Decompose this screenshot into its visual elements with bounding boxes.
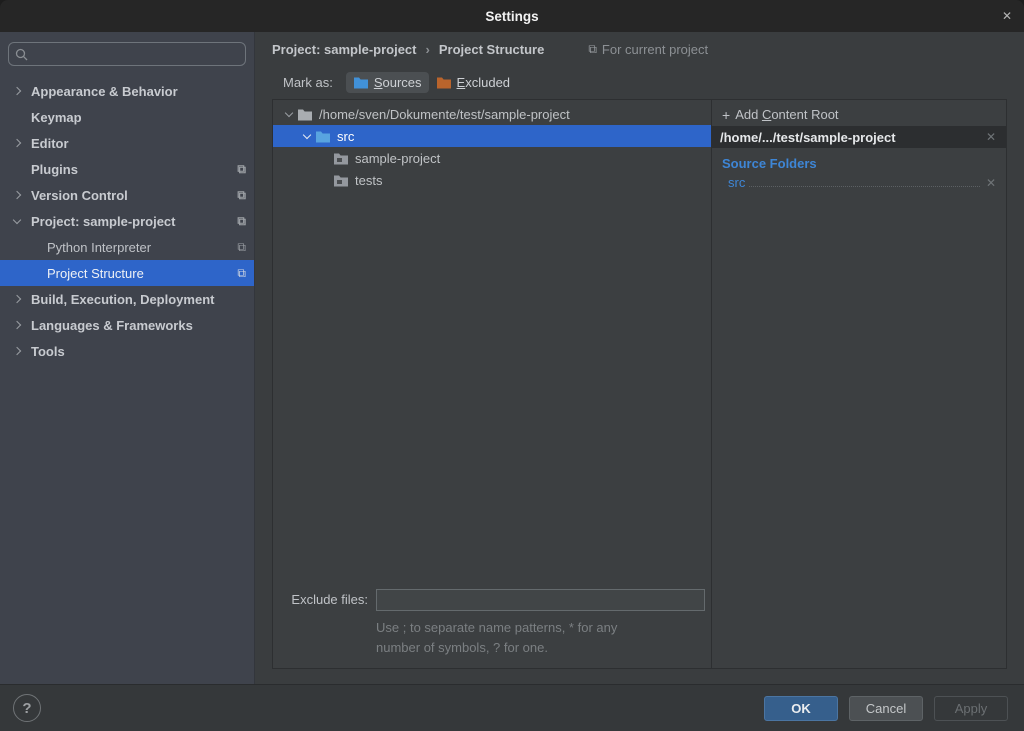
chevron-right-icon — [13, 87, 21, 95]
source-folder-icon — [353, 76, 369, 89]
per-project-icon: ⧉ — [237, 162, 246, 177]
mark-as-label: Mark as: — [283, 75, 333, 90]
mark-sources-button[interactable]: Sources — [346, 72, 429, 93]
sidebar-item-python-interpreter[interactable]: Python Interpreter ⧉ — [0, 234, 254, 260]
scope-label: For current project — [602, 42, 708, 57]
exclude-files-input[interactable] — [376, 589, 705, 611]
sidebar-item-tools[interactable]: Tools — [0, 338, 254, 364]
search-box[interactable] — [8, 42, 246, 66]
chevron-right-icon — [13, 347, 21, 355]
tree-src-label: src — [337, 129, 354, 144]
add-content-root-button[interactable]: + Add Content Root — [712, 103, 1006, 126]
remove-source-folder-icon[interactable]: ✕ — [984, 176, 998, 190]
breadcrumb-separator-icon: › — [426, 42, 430, 57]
source-folder-icon — [315, 130, 331, 143]
mark-as-toolbar: Mark as: Sources Excluded — [272, 66, 1007, 99]
tree-row-tests[interactable]: tests — [273, 169, 711, 191]
per-project-icon: ⧉ — [237, 188, 246, 203]
tree-row-sample-project[interactable]: sample-project — [273, 147, 711, 169]
per-project-icon: ⧉ — [237, 266, 246, 281]
exclude-files-hint: Use ; to separate name patterns, * for a… — [376, 618, 716, 658]
chevron-down-icon — [285, 108, 293, 116]
exclude-files-section: Exclude files: Use ; to separate name pa… — [273, 589, 711, 668]
help-button[interactable]: ? — [13, 694, 41, 722]
tree-root-path: /home/sven/Dokumente/test/sample-project — [319, 107, 570, 122]
mark-excluded-button[interactable]: Excluded — [429, 72, 517, 93]
tree-child-label: tests — [355, 173, 382, 188]
source-folders-heading: Source Folders — [712, 148, 1006, 174]
per-project-icon: ⧉ — [237, 240, 246, 255]
sidebar-nav: Appearance & Behavior Keymap Editor Plug… — [0, 78, 254, 684]
dialog-footer: ? OK Cancel Apply — [0, 684, 1024, 731]
sidebar-item-editor[interactable]: Editor — [0, 130, 254, 156]
cancel-button[interactable]: Cancel — [849, 696, 923, 721]
page-title: Project Structure — [439, 42, 544, 57]
sidebar-item-build-execution-deployment[interactable]: Build, Execution, Deployment — [0, 286, 254, 312]
sidebar-item-keymap[interactable]: Keymap — [0, 104, 254, 130]
source-folder-row[interactable]: src ✕ — [712, 174, 1006, 190]
per-project-icon: ⧉ — [588, 42, 597, 57]
dotted-leader — [749, 175, 980, 187]
ok-button[interactable]: OK — [764, 696, 838, 721]
search-icon — [15, 48, 28, 61]
chevron-right-icon — [13, 139, 21, 147]
per-project-icon: ⧉ — [237, 214, 246, 229]
chevron-right-icon — [13, 295, 21, 303]
plus-icon: + — [722, 107, 730, 123]
tree-row-src[interactable]: src — [273, 125, 711, 147]
chevron-down-icon — [303, 130, 311, 138]
sidebar-item-version-control[interactable]: Version Control ⧉ — [0, 182, 254, 208]
chevron-right-icon — [13, 321, 21, 329]
source-folder-path: src — [728, 175, 745, 190]
settings-dialog: Settings ✕ Appearance & Behavior Keymap — [0, 0, 1024, 731]
titlebar: Settings ✕ — [0, 0, 1024, 32]
settings-sidebar: Appearance & Behavior Keymap Editor Plug… — [0, 32, 255, 684]
chevron-right-icon — [13, 191, 21, 199]
content-root-tree: /home/sven/Dokumente/test/sample-project… — [273, 100, 711, 668]
exclude-files-label: Exclude files: — [273, 592, 368, 607]
search-input[interactable] — [33, 47, 239, 62]
excluded-folder-icon — [436, 76, 452, 89]
folder-icon — [297, 108, 313, 121]
tree-row-root[interactable]: /home/sven/Dokumente/test/sample-project — [273, 103, 711, 125]
apply-button[interactable]: Apply — [934, 696, 1008, 721]
content-root-details: + Add Content Root /home/.../test/sample… — [711, 100, 1006, 668]
sidebar-item-project-sample-project[interactable]: Project: sample-project ⧉ — [0, 208, 254, 234]
folder-icon — [333, 152, 349, 165]
window-title: Settings — [485, 9, 538, 24]
remove-content-root-icon[interactable]: ✕ — [984, 130, 998, 144]
scope-indicator: ⧉ For current project — [582, 42, 708, 57]
breadcrumb: Project: sample-project › Project Struct… — [272, 32, 1007, 66]
folder-icon — [333, 174, 349, 187]
sidebar-item-plugins[interactable]: Plugins ⧉ — [0, 156, 254, 182]
chevron-down-icon — [13, 215, 21, 223]
breadcrumb-project: Project: sample-project — [272, 42, 417, 57]
close-icon[interactable]: ✕ — [999, 8, 1015, 24]
content-root-row[interactable]: /home/.../test/sample-project ✕ — [712, 126, 1006, 148]
tree-child-label: sample-project — [355, 151, 440, 166]
content-root-path: /home/.../test/sample-project — [720, 130, 984, 145]
sidebar-item-project-structure[interactable]: Project Structure ⧉ — [0, 260, 254, 286]
sidebar-item-appearance-behavior[interactable]: Appearance & Behavior — [0, 78, 254, 104]
sidebar-item-languages-frameworks[interactable]: Languages & Frameworks — [0, 312, 254, 338]
